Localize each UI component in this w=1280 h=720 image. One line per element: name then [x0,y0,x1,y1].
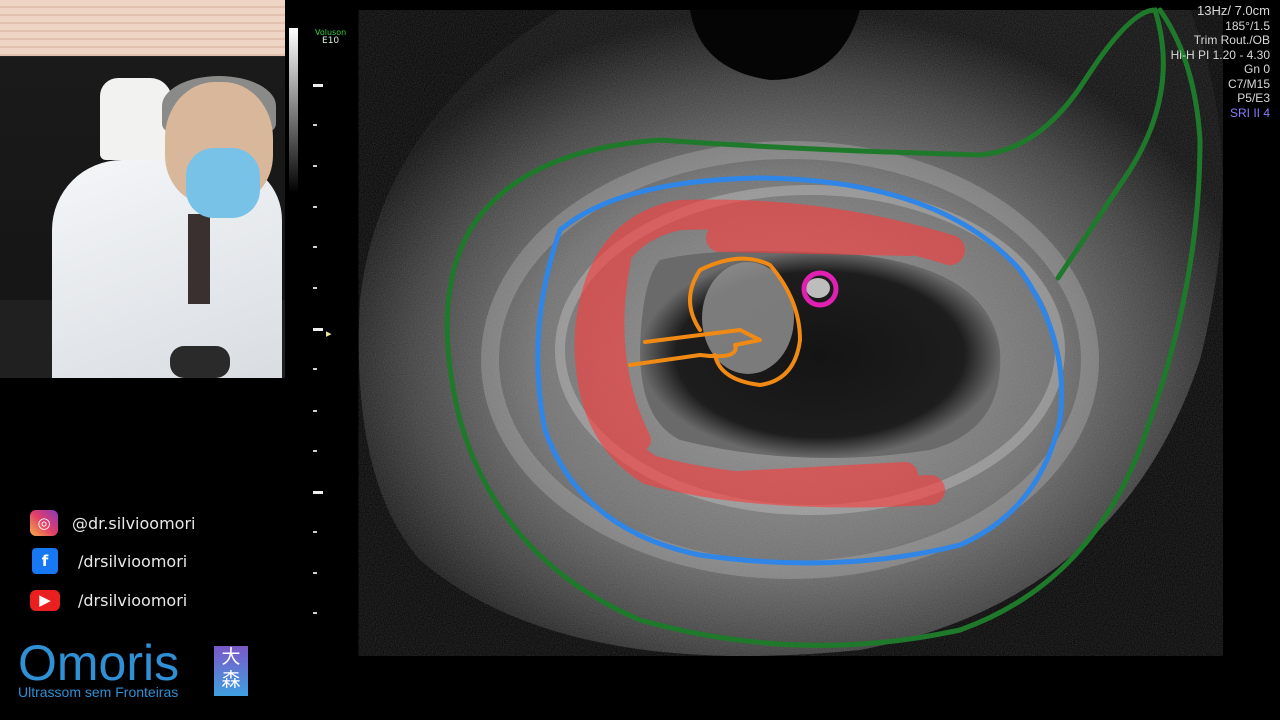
instagram-handle: @dr.silvioomori [72,513,196,533]
logo-tagline: Ultrassom sem Fronteiras [18,684,179,700]
youtube-handle: /drsilvioomori [78,590,188,610]
facebook-handle: /drsilvioomori [78,551,188,571]
param-line: C7/M15 [1227,76,1270,91]
param-line: Trim Rout./OB [1193,33,1270,47]
focus-marker: ▸ [326,327,332,340]
scanner-brand: Voluson E10 [315,28,346,46]
facebook-icon: f [32,548,58,574]
param-line: SRI II 4 [1229,105,1270,120]
scanner-model: E10 [322,36,340,46]
param-line: Gn 0 [1243,62,1270,76]
grayscale-bar [289,28,298,193]
omoris-logo: Omoris Ultrassom sem Fronteiras 大 森 [18,635,258,702]
instagram-icon: ◎ [30,510,58,536]
social-facebook: f /drsilvioomori [30,547,270,575]
webcam-feed [0,0,285,378]
scan-parameters: 13Hz/ 7.0cm 185°/1.5 Trim Rout./OB Hi-H … [1170,3,1270,120]
param-line: 185°/1.5 [1225,18,1270,33]
logo-kanji: 大 森 [214,646,248,696]
param-line: P5/E3 [1237,91,1270,105]
param-line: 13Hz/ 7.0cm [1197,3,1270,18]
social-youtube: ▶ /drsilvioomori [30,586,270,614]
youtube-icon: ▶ [30,589,60,611]
param-line: Hi-H PI 1.20 - 4.30 [1170,47,1270,62]
face-mask [186,148,260,218]
social-instagram: ◎ @dr.silvioomori [30,509,270,537]
